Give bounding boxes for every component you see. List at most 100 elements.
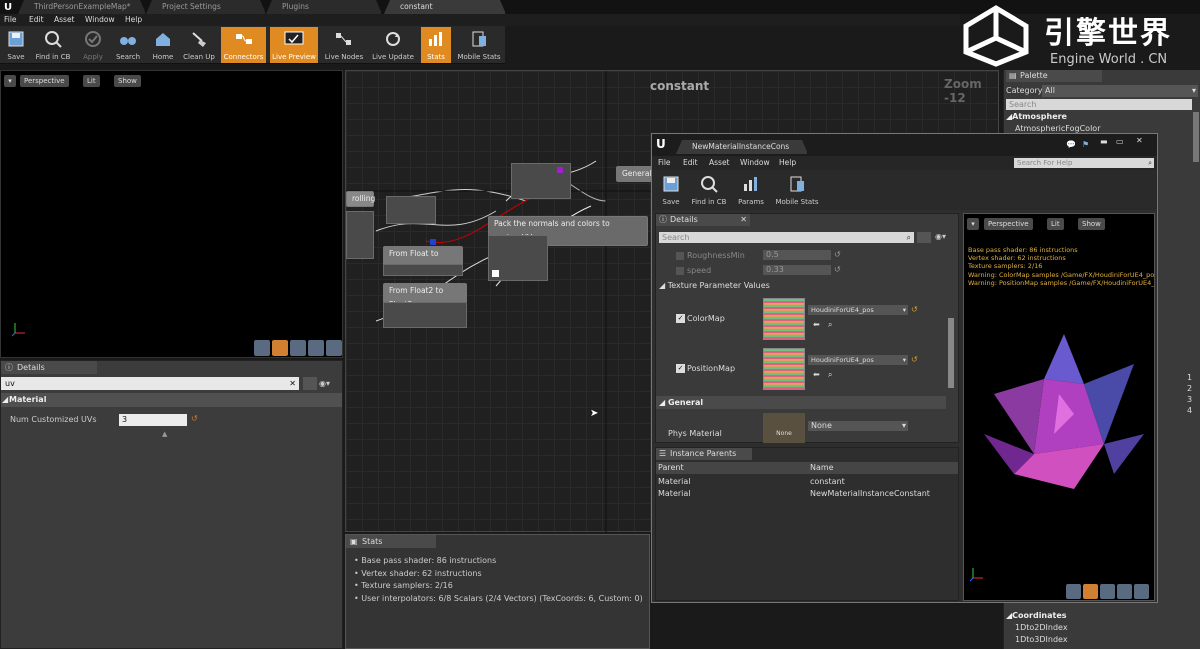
save-button[interactable]: Save (2, 27, 30, 63)
browse-search-icon[interactable]: ⌕ (828, 370, 832, 380)
menu-asset[interactable]: Asset (54, 14, 75, 26)
node-group-rolling[interactable] (346, 211, 374, 259)
sphere-preview-icon[interactable] (1083, 584, 1098, 599)
positionmap-thumbnail[interactable] (763, 348, 805, 390)
mi-details-scrollbar[interactable] (948, 318, 954, 388)
node-group-float3[interactable] (383, 302, 467, 328)
lit-button[interactable]: Lit (1047, 218, 1064, 230)
palette-item[interactable]: AtmosphericFogColor (1015, 124, 1100, 133)
phys-material-thumbnail[interactable]: None (763, 413, 805, 443)
lit-button[interactable]: Lit (83, 75, 100, 87)
help-search-input[interactable]: Search For Help ⌕ (1014, 158, 1154, 168)
texture-param-group[interactable]: ◢ Texture Parameter Values (659, 281, 770, 290)
show-button[interactable]: Show (1078, 218, 1105, 230)
palette-item[interactable]: 1Dto3DIndex (1015, 635, 1068, 644)
stats-toggle[interactable]: Stats (421, 27, 451, 63)
node-pin[interactable] (492, 270, 499, 277)
cube-preview-icon[interactable] (308, 340, 324, 356)
palette-scrollbar[interactable] (1193, 112, 1199, 162)
feedback-icon[interactable]: 💬 (1066, 140, 1076, 149)
preview-viewport[interactable]: ▾ Perspective Lit Show (0, 70, 343, 358)
mi-mobile-stats-button[interactable]: Mobile Stats (772, 172, 822, 208)
mi-menu-edit[interactable]: Edit (683, 157, 698, 169)
mobile-stats-button[interactable]: Mobile Stats (455, 27, 503, 63)
use-selected-arrow-icon[interactable]: ⬅ (813, 370, 820, 379)
comment-rolling[interactable]: rolling (346, 191, 375, 207)
details-search-input[interactable]: uv ✕ (1, 377, 299, 390)
menu-help[interactable]: Help (125, 14, 142, 26)
palette-search-input[interactable]: Search (1006, 99, 1192, 110)
show-button[interactable]: Show (114, 75, 141, 87)
reset-to-default-icon[interactable]: ↺ (191, 414, 198, 423)
stats-tab[interactable]: ▣ Stats (346, 535, 436, 548)
home-button[interactable]: Home (149, 27, 177, 63)
mi-details-tab[interactable]: ⓘ Details ✕ (656, 214, 750, 226)
property-matrix-icon[interactable] (303, 377, 317, 390)
roughness-checkbox[interactable] (676, 252, 684, 260)
palette-tab[interactable]: ▤ Palette (1006, 70, 1102, 82)
help-icon[interactable]: ⚑ (1082, 140, 1089, 149)
tab-constant[interactable]: constant (384, 0, 506, 14)
palette-item[interactable]: 1Dto2DIndex (1015, 623, 1068, 632)
live-nodes-button[interactable]: Live Nodes (323, 27, 365, 63)
category-select[interactable]: All ▾ (1042, 85, 1198, 97)
speed-field[interactable]: 0.33 (763, 265, 831, 275)
connectors-toggle[interactable]: Connectors (221, 27, 266, 63)
mi-find-in-cb-button[interactable]: Find in CB (688, 172, 730, 208)
mi-menu-help[interactable]: Help (779, 157, 796, 169)
custom-mesh-preview-icon[interactable] (326, 340, 342, 356)
tab-plugins[interactable]: Plugins (266, 0, 382, 14)
colormap-thumbnail[interactable] (763, 298, 805, 340)
clean-up-button[interactable]: Clean Up (180, 27, 218, 63)
details-tab[interactable]: ⓘ Details (1, 361, 97, 374)
palette-category-atmosphere[interactable]: ◢Atmosphere (1006, 112, 1067, 121)
table-row[interactable]: Material NewMaterialInstanceConstant (656, 488, 958, 499)
speed-checkbox[interactable] (676, 267, 684, 275)
mi-editor-tab[interactable]: NewMaterialInstanceCons (676, 140, 808, 154)
mi-params-button[interactable]: Params (734, 172, 768, 208)
sphere-preview-icon[interactable] (272, 340, 288, 356)
mi-menu-window[interactable]: Window (740, 157, 770, 169)
browse-search-icon[interactable]: ⌕ (828, 320, 832, 330)
comment-general[interactable]: General (616, 166, 656, 182)
node-pin[interactable] (430, 239, 436, 245)
tab-project-settings[interactable]: Project Settings (146, 0, 266, 14)
mi-menu-file[interactable]: File (658, 157, 671, 169)
close-tab-icon[interactable]: ✕ (740, 214, 747, 226)
search-button[interactable]: Search (112, 27, 144, 63)
mi-preview-viewport[interactable]: ▾ Perspective Lit Show Base pass shader:… (963, 213, 1155, 601)
apply-button[interactable]: Apply (79, 27, 107, 63)
expand-arrow-icon[interactable]: ▲ (162, 430, 167, 438)
viewport-menu-button[interactable]: ▾ (4, 75, 16, 87)
general-category-header[interactable]: ◢ General (656, 396, 946, 409)
find-in-cb-button[interactable]: Find in CB (33, 27, 73, 63)
plane-preview-icon[interactable] (1100, 584, 1115, 599)
property-matrix-icon[interactable] (917, 232, 931, 243)
mi-save-button[interactable]: Save (656, 172, 686, 208)
clear-search-icon[interactable]: ✕ (289, 377, 296, 390)
maximize-icon[interactable]: ▭ (1116, 137, 1124, 146)
custom-mesh-preview-icon[interactable] (1134, 584, 1149, 599)
perspective-button[interactable]: Perspective (984, 218, 1033, 230)
table-row[interactable]: Material constant (656, 476, 958, 487)
perspective-button[interactable]: Perspective (20, 75, 69, 87)
use-selected-arrow-icon[interactable]: ⬅ (813, 320, 820, 329)
reset-to-default-icon[interactable]: ↺ (834, 250, 841, 259)
live-preview-toggle[interactable]: Live Preview (270, 27, 318, 63)
menu-window[interactable]: Window (85, 14, 115, 26)
minimize-icon[interactable]: ▬ (1100, 137, 1108, 146)
reset-to-default-icon[interactable]: ↺ (911, 305, 918, 314)
mi-details-search-input[interactable]: Search ⌕ (659, 232, 914, 243)
roughness-field[interactable]: 0.5 (763, 250, 831, 260)
plane-preview-icon[interactable] (290, 340, 306, 356)
menu-edit[interactable]: Edit (29, 14, 44, 26)
positionmap-asset-select[interactable]: HoudiniForUE4_pos ▾ (808, 355, 908, 365)
viewport-menu-button[interactable]: ▾ (967, 218, 979, 230)
menu-file[interactable]: File (4, 14, 17, 26)
colormap-checkbox[interactable]: ✓ (676, 314, 685, 323)
material-node[interactable] (386, 196, 436, 224)
tab-third-person-map[interactable]: ThirdPersonExampleMap* (18, 0, 146, 14)
instance-parents-tab[interactable]: ☰ Instance Parents (656, 448, 752, 460)
close-icon[interactable]: ✕ (1136, 136, 1143, 145)
unreal-logo-icon[interactable]: U (2, 1, 14, 13)
